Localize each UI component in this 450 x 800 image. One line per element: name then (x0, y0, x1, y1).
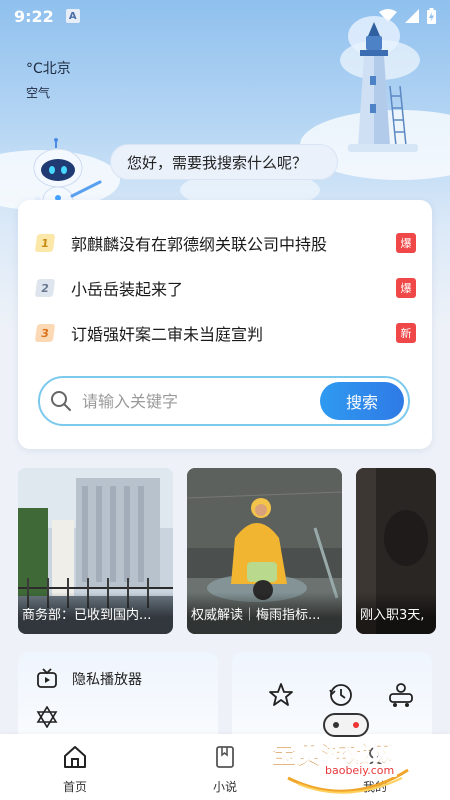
hot-item-title: 订婚强奸案二审未当庭宣判 (71, 325, 264, 344)
home-icon (64, 746, 86, 768)
game-controller-icon[interactable] (388, 682, 414, 708)
history-icon[interactable] (328, 682, 354, 708)
new-tag-badge: 新 (396, 323, 416, 343)
star-icon[interactable] (268, 682, 294, 708)
tab-home-label: 首页 (62, 780, 87, 794)
hot-list-item[interactable]: 1 郭麒麟没有在郭德纲关联公司中持股 爆 (34, 228, 416, 258)
tv-icon (37, 668, 57, 688)
news-caption: 权威解读｜梅雨指标... (187, 592, 342, 634)
search-input[interactable] (82, 391, 302, 411)
hot-item-title: 郭麒麟没有在郭德纲关联公司中持股 (71, 235, 328, 254)
weather-temperature[interactable]: °C北京 (26, 58, 71, 78)
weather-air-quality: 空气 (26, 86, 51, 100)
book-icon (216, 746, 234, 768)
hot-list-item[interactable]: 3 订婚强奸案二审未当庭宣判 新 (34, 318, 416, 348)
rank-badge: 1 (34, 234, 56, 252)
hexagram-icon (36, 706, 58, 728)
watermark-url: baobeiy.com (322, 764, 398, 777)
star-of-david-entry[interactable] (36, 706, 58, 728)
tab-novel-label: 小说 (212, 780, 237, 794)
tab-home[interactable]: 首页 (45, 744, 105, 795)
notification-badge: A (65, 9, 80, 23)
hot-list-item[interactable]: 2 小岳岳装起来了 爆 (34, 273, 416, 303)
rank-badge: 3 (34, 324, 56, 342)
news-card[interactable]: 权威解读｜梅雨指标... (187, 468, 342, 634)
hot-tag-badge: 爆 (396, 278, 416, 298)
rank-badge: 2 (34, 279, 56, 297)
search-icon (51, 391, 71, 411)
lighthouse-illustration (348, 16, 418, 152)
hot-item-title: 小岳岳装起来了 (71, 280, 184, 299)
hot-search-card: 1 郭麒麟没有在郭德纲关联公司中持股 爆 2 小岳岳装起来了 爆 3 订婚强奸案… (18, 200, 432, 449)
search-button[interactable]: 搜索 (320, 382, 404, 420)
tab-novel[interactable]: 小说 (195, 744, 255, 795)
news-caption: 刚入职3天, (356, 592, 436, 634)
assistant-greeting-text: 您好，需要我搜索什么呢？ (127, 153, 308, 172)
news-card[interactable]: 商务部：已收到国内... (18, 468, 173, 634)
news-card[interactable]: 刚入职3天, (356, 468, 436, 634)
search-bar: 搜索 (38, 376, 410, 426)
news-carousel[interactable]: 商务部：已收到国内... 权威解读｜梅雨指标... 刚入职3天, (18, 468, 450, 634)
battery-icon (427, 8, 436, 24)
status-time: 9:22 (14, 6, 54, 26)
assistant-greeting-bubble: 您好，需要我搜索什么呢？ (110, 144, 338, 180)
tools-panel: 隐私播放器 (18, 652, 218, 742)
news-caption: 商务部：已收到国内... (18, 592, 173, 634)
private-player-entry[interactable]: 隐私播放器 (36, 668, 142, 690)
hot-tag-badge: 爆 (396, 233, 416, 253)
private-player-label: 隐私播放器 (72, 672, 142, 688)
